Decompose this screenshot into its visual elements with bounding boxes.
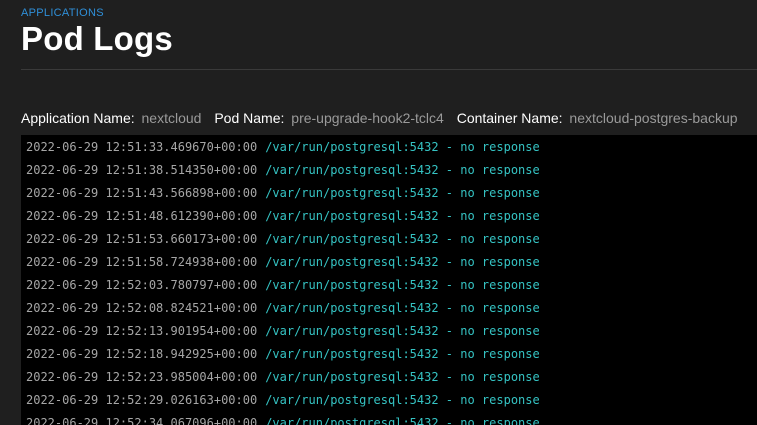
header-divider [21, 69, 757, 70]
log-line: 2022-06-29 12:52:23.985004+00:00/var/run… [21, 366, 757, 389]
log-line: 2022-06-29 12:52:34.067096+00:00/var/run… [21, 412, 757, 425]
log-timestamp: 2022-06-29 12:52:29.026163+00:00 [26, 393, 258, 407]
log-message: /var/run/postgresql:5432 - no response [265, 255, 540, 269]
log-message: /var/run/postgresql:5432 - no response [265, 186, 540, 200]
log-timestamp: 2022-06-29 12:52:03.780797+00:00 [26, 278, 258, 292]
log-timestamp: 2022-06-29 12:51:53.660173+00:00 [26, 232, 258, 246]
log-message: /var/run/postgresql:5432 - no response [265, 370, 540, 384]
container-name-value: nextcloud-postgres-backup [569, 110, 738, 126]
pod-logs-page: APPLICATIONS Pod Logs Application Name: … [0, 0, 757, 425]
log-timestamp: 2022-06-29 12:52:34.067096+00:00 [26, 416, 258, 425]
log-line: 2022-06-29 12:52:13.901954+00:00/var/run… [21, 320, 757, 343]
log-line: 2022-06-29 12:51:38.514350+00:00/var/run… [21, 159, 757, 182]
log-message: /var/run/postgresql:5432 - no response [265, 232, 540, 246]
log-timestamp: 2022-06-29 12:52:18.942925+00:00 [26, 347, 258, 361]
log-timestamp: 2022-06-29 12:51:43.566898+00:00 [26, 186, 258, 200]
log-timestamp: 2022-06-29 12:51:58.724938+00:00 [26, 255, 258, 269]
log-message: /var/run/postgresql:5432 - no response [265, 209, 540, 223]
log-line: 2022-06-29 12:52:29.026163+00:00/var/run… [21, 389, 757, 412]
log-line: 2022-06-29 12:51:33.469670+00:00/var/run… [21, 136, 757, 159]
log-line: 2022-06-29 12:52:18.942925+00:00/var/run… [21, 343, 757, 366]
log-message: /var/run/postgresql:5432 - no response [265, 278, 540, 292]
log-timestamp: 2022-06-29 12:51:48.612390+00:00 [26, 209, 258, 223]
log-message: /var/run/postgresql:5432 - no response [265, 393, 540, 407]
log-line: 2022-06-29 12:52:08.824521+00:00/var/run… [21, 297, 757, 320]
log-line: 2022-06-29 12:51:53.660173+00:00/var/run… [21, 228, 757, 251]
log-timestamp: 2022-06-29 12:51:33.469670+00:00 [26, 140, 258, 154]
breadcrumb-applications[interactable]: APPLICATIONS [21, 7, 104, 19]
log-message: /var/run/postgresql:5432 - no response [265, 347, 540, 361]
application-name-value: nextcloud [141, 110, 202, 126]
log-message: /var/run/postgresql:5432 - no response [265, 301, 540, 315]
log-output-panel[interactable]: 2022-06-29 12:51:33.469670+00:00/var/run… [21, 135, 757, 425]
log-line: 2022-06-29 12:52:03.780797+00:00/var/run… [21, 274, 757, 297]
log-timestamp: 2022-06-29 12:51:38.514350+00:00 [26, 163, 258, 177]
pod-name-value: pre-upgrade-hook2-tclc4 [291, 110, 444, 126]
log-line: 2022-06-29 12:51:58.724938+00:00/var/run… [21, 251, 757, 274]
container-name-label: Container Name: [456, 110, 563, 126]
log-timestamp: 2022-06-29 12:52:13.901954+00:00 [26, 324, 258, 338]
log-timestamp: 2022-06-29 12:52:23.985004+00:00 [26, 370, 258, 384]
page-title: Pod Logs [21, 20, 173, 57]
pod-name-label: Pod Name: [214, 110, 285, 126]
log-message: /var/run/postgresql:5432 - no response [265, 416, 540, 425]
log-line: 2022-06-29 12:51:43.566898+00:00/var/run… [21, 182, 757, 205]
log-message: /var/run/postgresql:5432 - no response [265, 324, 540, 338]
application-name-label: Application Name: [21, 110, 135, 126]
log-line: 2022-06-29 12:51:48.612390+00:00/var/run… [21, 205, 757, 228]
log-message: /var/run/postgresql:5432 - no response [265, 140, 540, 154]
log-message: /var/run/postgresql:5432 - no response [265, 163, 540, 177]
pod-info-bar: Application Name: nextcloud Pod Name: pr… [21, 110, 747, 126]
log-timestamp: 2022-06-29 12:52:08.824521+00:00 [26, 301, 258, 315]
